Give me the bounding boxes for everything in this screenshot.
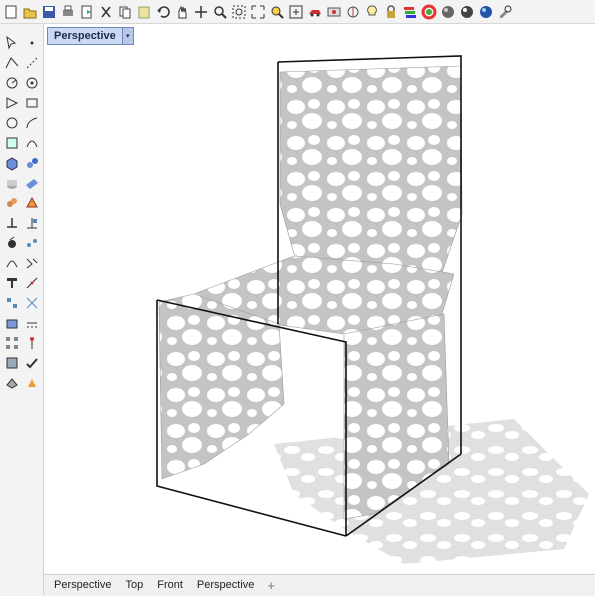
perspective-viewport[interactable]: Perspective ▾ (44, 24, 595, 574)
named-view-icon[interactable] (325, 3, 343, 21)
named-cplane-icon[interactable] (344, 3, 362, 21)
left-tool-8-icon[interactable] (23, 94, 41, 112)
light-bulb-icon[interactable] (363, 3, 381, 21)
viewport-menu-dropdown-icon[interactable]: ▾ (121, 28, 133, 44)
move-icon[interactable] (192, 3, 210, 21)
viewport-title[interactable]: Perspective (48, 28, 122, 44)
print-icon[interactable] (59, 3, 77, 21)
material-sphere-icon[interactable] (477, 3, 495, 21)
color-wheel-icon[interactable] (420, 3, 438, 21)
left-tool-34-icon[interactable] (23, 354, 41, 372)
left-tool-17-icon[interactable] (3, 194, 21, 212)
left-tool-20-icon[interactable] (23, 214, 41, 232)
left-tool-5-icon[interactable] (3, 74, 21, 92)
left-tool-1-icon[interactable] (3, 34, 21, 52)
left-tool-33-icon[interactable] (3, 354, 21, 372)
shaded-sphere-icon[interactable] (439, 3, 457, 21)
left-tool-27-icon[interactable] (3, 294, 21, 312)
car-icon[interactable] (306, 3, 324, 21)
left-tool-9-icon[interactable] (3, 114, 21, 132)
tab-perspective[interactable]: Perspective (44, 575, 118, 596)
save-icon[interactable] (40, 3, 58, 21)
left-tool-6-icon[interactable] (23, 74, 41, 92)
left-tool-12-icon[interactable] (23, 134, 41, 152)
left-tool-31-icon[interactable] (3, 334, 21, 352)
left-tool-4-icon[interactable] (23, 54, 41, 72)
viewport-title-tab[interactable]: Perspective ▾ (47, 27, 134, 45)
lock-icon[interactable] (382, 3, 400, 21)
left-tool-32-icon[interactable] (23, 334, 41, 352)
render-sphere-icon[interactable] (458, 3, 476, 21)
left-tool-18-icon[interactable] (23, 194, 41, 212)
tab-front[interactable]: Front (150, 575, 190, 596)
chair-model-render (156, 55, 589, 564)
left-tool-26-icon[interactable] (23, 274, 41, 292)
tab-top[interactable]: Top (118, 575, 150, 596)
copy-icon[interactable] (116, 3, 134, 21)
left-tool-23-icon[interactable] (3, 254, 21, 272)
left-tool-13-icon[interactable] (3, 154, 21, 172)
left-tool-7-icon[interactable] (3, 94, 21, 112)
options-icon[interactable] (496, 3, 514, 21)
left-tool-16-icon[interactable] (23, 174, 41, 192)
chair-left-leg-panel (158, 293, 285, 480)
left-tool-24-icon[interactable] (23, 254, 41, 272)
layers-icon[interactable] (401, 3, 419, 21)
tab-perspective-2[interactable]: Perspective (190, 575, 261, 596)
left-tool-25-icon[interactable] (3, 274, 21, 292)
add-viewport-tab-icon[interactable]: + (261, 578, 281, 593)
left-tool-15-icon[interactable] (3, 174, 21, 192)
main-toolbar (0, 0, 595, 24)
left-toolbar (0, 24, 44, 595)
import-icon[interactable] (78, 3, 96, 21)
set-view-icon[interactable] (287, 3, 305, 21)
new-file-icon[interactable] (2, 3, 20, 21)
left-tool-10-icon[interactable] (23, 114, 41, 132)
zoom-window-icon[interactable] (230, 3, 248, 21)
paste-icon[interactable] (135, 3, 153, 21)
left-tool-21-icon[interactable] (3, 234, 21, 252)
left-tool-14-icon[interactable] (23, 154, 41, 172)
zoom-icon[interactable] (211, 3, 229, 21)
left-tool-3-icon[interactable] (3, 54, 21, 72)
undo-icon[interactable] (154, 3, 172, 21)
open-folder-icon[interactable] (21, 3, 39, 21)
viewport-tabs-bar: Perspective Top Front Perspective + (44, 574, 595, 595)
left-tool-36-icon[interactable] (23, 374, 41, 392)
zoom-extents-icon[interactable] (249, 3, 267, 21)
pan-hand-icon[interactable] (173, 3, 191, 21)
left-tool-29-icon[interactable] (3, 314, 21, 332)
cut-icon[interactable] (97, 3, 115, 21)
left-tool-28-icon[interactable] (23, 294, 41, 312)
left-tool-35-icon[interactable] (3, 374, 21, 392)
left-tool-2-icon[interactable] (23, 34, 41, 52)
left-tool-19-icon[interactable] (3, 214, 21, 232)
left-tool-11-icon[interactable] (3, 134, 21, 152)
zoom-selected-icon[interactable] (268, 3, 286, 21)
left-tool-22-icon[interactable] (23, 234, 41, 252)
left-tool-30-icon[interactable] (23, 314, 41, 332)
